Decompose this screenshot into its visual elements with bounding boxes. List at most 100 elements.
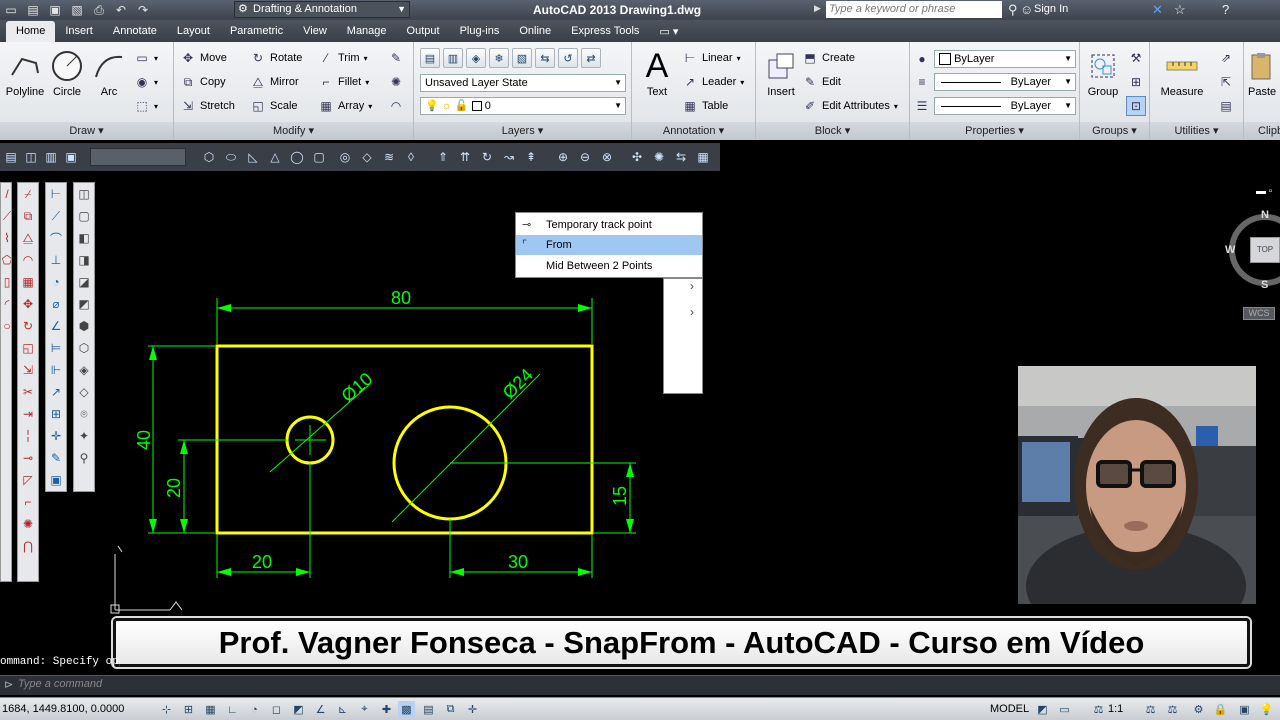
otrack-icon[interactable]: ∠ (312, 701, 329, 718)
tab-parametric[interactable]: Parametric (220, 21, 293, 42)
fillet-button[interactable]: ⌐ Fillet ▾ (318, 72, 369, 92)
dim-text-30[interactable]: 30 (508, 552, 528, 572)
explode-button[interactable]: ✺ (388, 72, 404, 92)
paste-button[interactable]: Paste (1248, 46, 1280, 98)
tab-plug-ins[interactable]: Plug-ins (450, 21, 510, 42)
compass-north[interactable]: N (1261, 209, 1269, 221)
dim-text-height[interactable]: 40 (134, 430, 154, 450)
offset-button[interactable]: ◠ (388, 96, 404, 116)
move-icon[interactable]: ✥ (18, 293, 38, 315)
coordinate-readout[interactable]: 1684, 1449.8100, 0.0000 (2, 703, 124, 715)
leader-icon[interactable]: ↗ (46, 381, 66, 403)
leader-button[interactable]: ↗ Leader ▾ (682, 72, 744, 92)
draw-panel-title[interactable]: Draw ▾ (0, 122, 173, 140)
snap-mode-icon[interactable]: ⊞ (180, 701, 197, 718)
calculator-icon[interactable]: ▤ (1218, 98, 1234, 114)
subtract-icon[interactable]: ⊖ (576, 148, 594, 166)
viewcube-top-face[interactable]: TOP (1250, 237, 1280, 263)
torus-icon[interactable]: ◎ (336, 148, 354, 166)
new-icon[interactable]: ▭ (4, 3, 18, 17)
submenu-arrow-icon[interactable]: › (690, 279, 694, 293)
rotate-icon[interactable]: ↻ (18, 315, 38, 337)
undo-icon[interactable]: ↶ (114, 3, 128, 17)
polyline-icon[interactable]: ⌇ (1, 227, 11, 249)
erase-button[interactable]: ✎ (388, 48, 404, 68)
menu-item-temporary-track-point[interactable]: ⊸ Temporary track point (516, 215, 702, 235)
arc-button[interactable]: Arc (84, 46, 134, 98)
command-input[interactable]: Type a command (18, 678, 102, 690)
block-panel-title[interactable]: Block ▾ (756, 122, 909, 140)
viewcube[interactable]: N W S TOP (1225, 207, 1280, 297)
dim-text-width[interactable]: 80 (391, 288, 411, 308)
rectangle-button[interactable]: ▭ ▾ (134, 48, 158, 68)
clean-screen-icon[interactable]: 💡 (1258, 701, 1275, 718)
dynamic-input-icon[interactable]: ⌖ (356, 701, 373, 718)
edit-block-button[interactable]: ✎ Edit (802, 72, 841, 92)
groups-panel-title[interactable]: Groups ▾ (1080, 122, 1149, 140)
layer-toolbar-icon[interactable]: ▤ (2, 148, 20, 166)
view-left-icon[interactable]: ◧ (74, 227, 94, 249)
array-button[interactable]: ▦ Array ▾ (318, 96, 372, 116)
layer-off-icon[interactable]: ▥ (443, 48, 463, 68)
user-icon[interactable]: ☺ (1020, 2, 1033, 17)
3d-array-icon[interactable]: ▦ (694, 148, 712, 166)
binoculars-icon[interactable]: ⚲ (1008, 2, 1018, 18)
layer-manager-icon[interactable]: ▣ (62, 148, 80, 166)
tab-view[interactable]: View (293, 21, 337, 42)
view-right-icon[interactable]: ◨ (74, 249, 94, 271)
sign-in-link[interactable]: Sign In (1034, 3, 1068, 15)
search-input[interactable]: Type a keyword or phrase (826, 1, 1002, 18)
help-icon[interactable]: ? (1222, 2, 1229, 17)
redo-icon[interactable]: ↷ (136, 3, 150, 17)
render-icon[interactable]: ✦ (74, 425, 94, 447)
ribbon-minimize-icon[interactable]: ▭ ▾ (649, 21, 688, 42)
circle-icon[interactable]: ○ (1, 315, 11, 337)
scale-button[interactable]: ◱ Scale (250, 96, 297, 116)
line-icon[interactable]: / (1, 183, 11, 205)
array-icon[interactable]: ▦ (18, 271, 38, 293)
select-all-icon[interactable]: ⇱ (1218, 74, 1234, 90)
annotation-panel-title[interactable]: Annotation ▾ (632, 122, 755, 140)
view-nw-icon[interactable]: ◇ (74, 381, 94, 403)
break-icon[interactable]: ╎ (18, 425, 38, 447)
layer-combo[interactable] (90, 148, 186, 166)
model-space-toggle[interactable]: MODEL (990, 703, 1029, 715)
explode-icon[interactable]: ✺ (18, 513, 38, 535)
lock-icon[interactable]: 🔒 (1212, 701, 1229, 718)
union-icon[interactable]: ⊕ (554, 148, 572, 166)
ortho-mode-icon[interactable]: ∟ (224, 701, 241, 718)
extend-icon[interactable]: ⇥ (18, 403, 38, 425)
layers-panel-title[interactable]: Layers ▾ (414, 122, 631, 140)
zoom-icon[interactable]: ⚲ (74, 447, 94, 469)
utilities-panel-title[interactable]: Utilities ▾ (1150, 122, 1243, 140)
chamfer-icon[interactable]: ◸ (18, 469, 38, 491)
properties-panel-title[interactable]: Properties ▾ (910, 122, 1079, 140)
isolate-objects-icon[interactable]: ▣ (1236, 701, 1253, 718)
arc-length-icon[interactable]: ⌒ (46, 227, 66, 249)
view-bottom-icon[interactable]: ◪ (74, 271, 94, 293)
dim-text-dia10[interactable]: Ø10 (338, 369, 377, 406)
mirror-button[interactable]: ⧋ Mirror (250, 72, 299, 92)
revolve-icon[interactable]: ↻ (478, 148, 496, 166)
erase-icon[interactable]: ⌿ (18, 183, 38, 205)
wedge-icon[interactable]: ◺ (244, 148, 262, 166)
lineweight-dropdown[interactable]: ByLayer ▼ (934, 97, 1076, 115)
dim-text-20v[interactable]: 20 (164, 478, 184, 498)
3d-osnap-icon[interactable]: ◩ (290, 701, 307, 718)
layer-previous-icon[interactable]: ◫ (22, 148, 40, 166)
group-selection-icon[interactable]: ⊡ (1126, 96, 1146, 116)
layer-state-dropdown[interactable]: Unsaved Layer State ▼ (420, 74, 626, 92)
dim-text-dia24[interactable]: Ø24 (499, 365, 537, 403)
scale-icon[interactable]: ◱ (18, 337, 38, 359)
measure-button[interactable]: Measure (1156, 46, 1208, 98)
table-button[interactable]: ▦ Table (682, 96, 728, 116)
layer-isolate-icon[interactable]: ◈ (466, 48, 486, 68)
compass-south[interactable]: S (1261, 279, 1268, 291)
linetype-dropdown[interactable]: ByLayer ▼ (934, 73, 1076, 91)
save-icon[interactable]: ▣ (48, 3, 62, 17)
quick-select-icon[interactable]: ⇗ (1218, 50, 1234, 66)
planar-icon[interactable]: ◊ (402, 148, 420, 166)
star-icon[interactable]: ☆ (1174, 2, 1186, 18)
copy-icon[interactable]: ⧉ (18, 205, 38, 227)
layout-icon[interactable]: ◩ (1034, 701, 1051, 718)
